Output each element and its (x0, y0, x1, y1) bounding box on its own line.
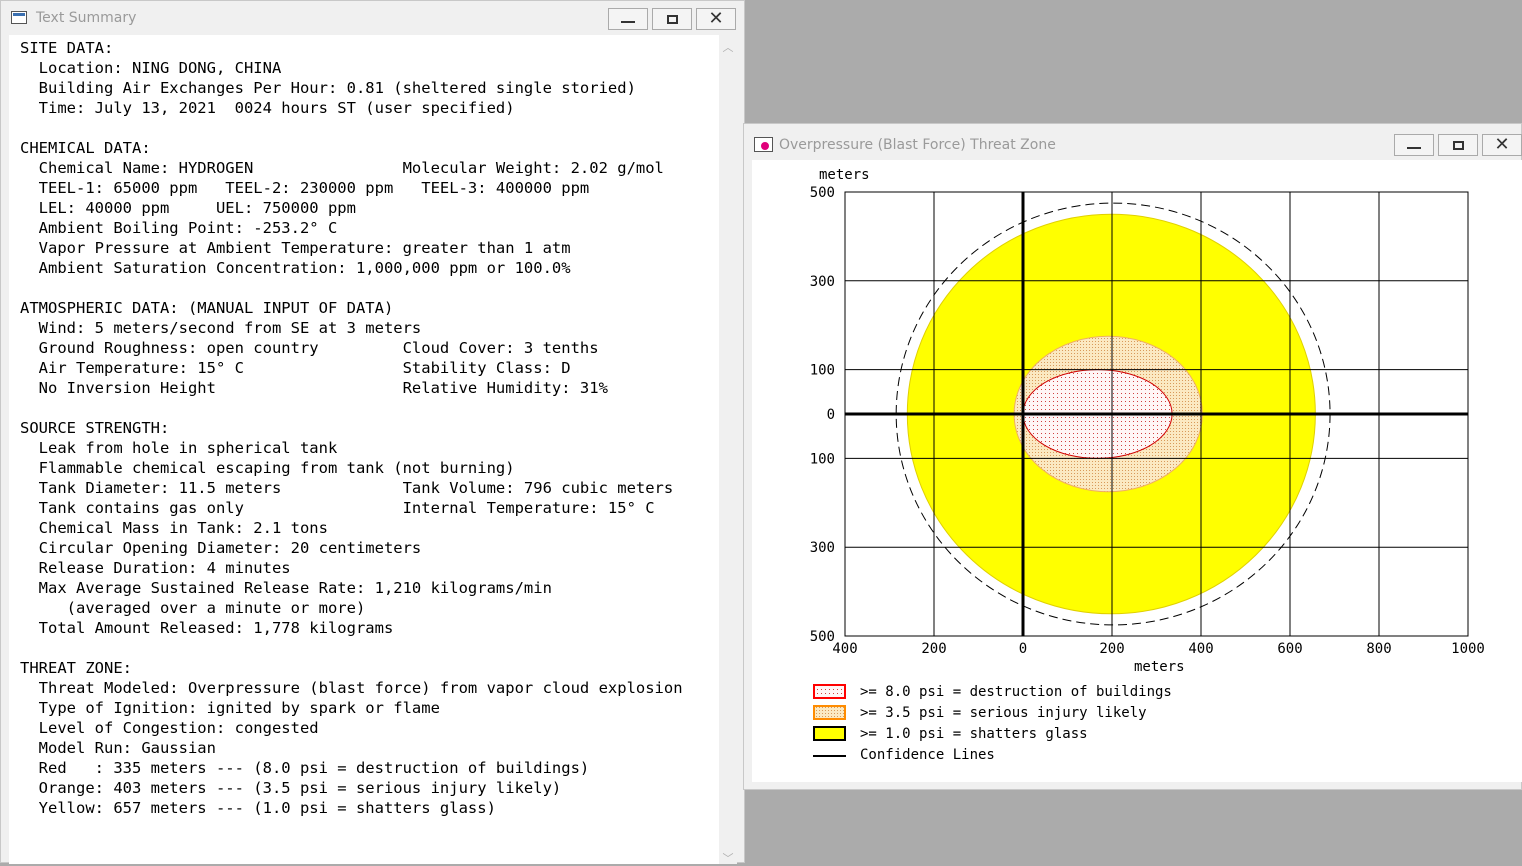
app-window-icon (11, 11, 27, 24)
summary-line: LEL: 40000 ppm UEL: 750000 ppm (20, 199, 356, 217)
threat-zone-chart: 5003001000100300500400 200 0 200 400 600 800 10… (810, 167, 1485, 763)
summary-line: No Inversion Height Relative Humidity: 3… (20, 379, 608, 397)
summary-line: TEEL-1: 65000 ppm TEEL-2: 230000 ppm TEE… (20, 179, 590, 197)
x-tick-label: 200 (921, 641, 946, 657)
x-tick-label: 600 (1277, 641, 1302, 657)
summary-line: Leak from hole in spherical tank (20, 439, 338, 457)
summary-line: ATMOSPHERIC DATA: (MANUAL INPUT OF DATA) (20, 299, 394, 317)
minimize-icon (621, 21, 635, 23)
text-summary-content[interactable]: SITE DATA: Location: NING DONG, CHINA Bu… (9, 35, 719, 864)
y-tick-label: 300 (810, 540, 835, 556)
y-tick-label: 500 (810, 185, 835, 201)
summary-line: Type of Ignition: ignited by spark or fl… (20, 699, 440, 717)
summary-line: Threat Modeled: Overpressure (blast forc… (20, 679, 683, 697)
summary-line: Release Duration: 4 minutes (20, 559, 291, 577)
y-tick-label: 300 (810, 274, 835, 290)
summary-line: Chemical Name: HYDROGEN Molecular Weight… (20, 159, 664, 177)
minimize-button[interactable] (608, 8, 648, 30)
summary-line: Ambient Boiling Point: -253.2° C (20, 219, 338, 237)
summary-line: Orange: 403 meters --- (3.5 psi = seriou… (20, 779, 562, 797)
close-button[interactable]: ✕ (696, 8, 736, 30)
summary-line: Ambient Saturation Concentration: 1,000,… (20, 259, 571, 277)
scroll-down-arrow-icon[interactable]: ﹀ (722, 850, 734, 866)
summary-line: SITE DATA: (20, 39, 114, 57)
text-summary-window: Text Summary ✕ SITE DATA: Location: NING… (0, 0, 745, 866)
summary-line: Circular Opening Diameter: 20 centimeter… (20, 539, 422, 557)
summary-line: Max Average Sustained Release Rate: 1,21… (20, 579, 552, 597)
scroll-up-arrow-icon[interactable]: ︿ (722, 39, 734, 55)
summary-line: Level of Congestion: congested (20, 719, 319, 737)
summary-line: Tank Diameter: 11.5 meters Tank Volume: … (20, 479, 674, 497)
y-axis-label: meters (819, 167, 870, 183)
x-tick-label: 400 (1188, 641, 1213, 657)
summary-line: Total Amount Released: 1,778 kilograms (20, 619, 394, 637)
minimize-button[interactable] (1394, 134, 1434, 156)
summary-line: Vapor Pressure at Ambient Temperature: g… (20, 239, 571, 257)
summary-line: Model Run: Gaussian (20, 739, 216, 757)
summary-line: Ground Roughness: open country Cloud Cov… (20, 339, 599, 357)
summary-line: Red : 335 meters --- (8.0 psi = destruct… (20, 759, 590, 777)
x-axis-label: meters (1134, 659, 1185, 675)
x-tick-label: 800 (1366, 641, 1391, 657)
text-summary-titlebar[interactable]: Text Summary ✕ (1, 1, 744, 35)
legend-label: Confidence Lines (860, 747, 995, 763)
x-tick-label: 0 (1019, 641, 1027, 657)
threat-zone-app-icon (754, 137, 773, 152)
legend-label: >= 3.5 psi = serious injury likely (860, 705, 1147, 721)
legend-swatch-red (813, 684, 846, 699)
summary-line: Location: NING DONG, CHINA (20, 59, 282, 77)
summary-line: Tank contains gas only Internal Temperat… (20, 499, 655, 517)
summary-line: Time: July 13, 2021 0024 hours ST (user … (20, 99, 515, 117)
summary-line: Wind: 5 meters/second from SE at 3 meter… (20, 319, 422, 337)
y-tick-label: 0 (827, 407, 835, 423)
summary-line: Yellow: 657 meters --- (1.0 psi = shatte… (20, 799, 496, 817)
summary-line: Air Temperature: 15° C Stability Class: … (20, 359, 571, 377)
window-title: Text Summary (36, 10, 137, 26)
close-icon: ✕ (1494, 134, 1510, 155)
y-tick-label: 100 (810, 363, 835, 379)
summary-line: THREAT ZONE: (20, 659, 132, 677)
window-title: Overpressure (Blast Force) Threat Zone (779, 137, 1056, 153)
x-tick-label: 200 (1099, 641, 1124, 657)
vertical-scrollbar[interactable]: ︿ ﹀ (719, 35, 737, 866)
summary-line (20, 278, 719, 298)
summary-line: SOURCE STRENGTH: (20, 419, 170, 437)
minimize-icon (1407, 147, 1421, 149)
close-button[interactable]: ✕ (1482, 134, 1522, 156)
close-icon: ✕ (708, 8, 724, 29)
y-tick-label: 100 (810, 451, 835, 467)
summary-line: Chemical Mass in Tank: 2.1 tons (20, 519, 328, 537)
threat-zone-plot-area[interactable]: 500 300 100 0 100 300 500 400 200 0 200 400 600 800 10… (752, 160, 1522, 782)
maximize-button[interactable] (652, 8, 692, 30)
summary-line (20, 118, 719, 138)
legend-label: >= 1.0 psi = shatters glass (860, 726, 1088, 742)
maximize-button[interactable] (1438, 134, 1478, 156)
legend-label: >= 8.0 psi = destruction of buildings (860, 684, 1172, 700)
maximize-icon (1452, 140, 1464, 150)
summary-line: Building Air Exchanges Per Hour: 0.81 (s… (20, 79, 636, 97)
y-tick-label: 500 (810, 629, 835, 645)
x-tick-label: 1000 (1451, 641, 1485, 657)
legend-swatch-orange (813, 705, 846, 720)
legend-swatch-yellow (813, 726, 846, 741)
threat-zone-window: Overpressure (Blast Force) Threat Zone ✕… (743, 123, 1522, 790)
maximize-icon (666, 14, 678, 24)
threat-zone-titlebar[interactable]: Overpressure (Blast Force) Threat Zone ✕ (744, 124, 1522, 158)
summary-line: CHEMICAL DATA: (20, 139, 151, 157)
x-tick-label: 400 (832, 641, 857, 657)
summary-line: Flammable chemical escaping from tank (n… (20, 459, 515, 477)
summary-line (20, 398, 719, 418)
summary-line (20, 638, 719, 658)
summary-line: (averaged over a minute or more) (20, 599, 366, 617)
